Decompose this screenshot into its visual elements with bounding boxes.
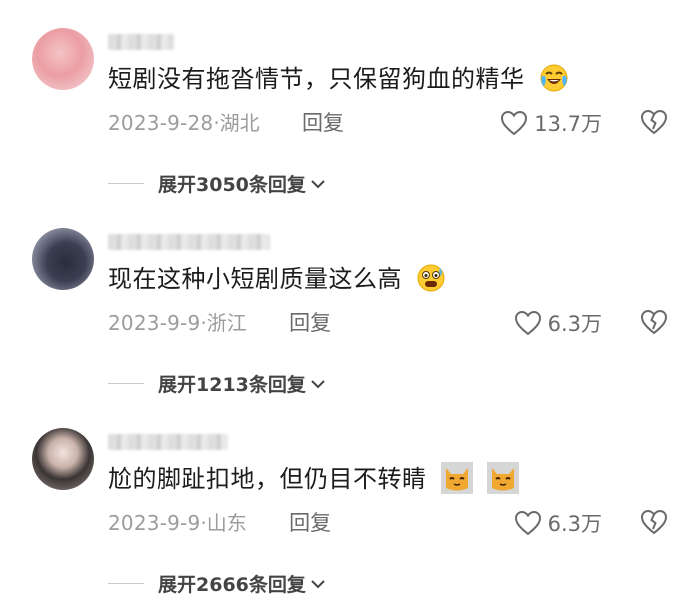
- username-blurred[interactable]: [108, 234, 270, 250]
- divider-line: [108, 382, 144, 385]
- username-blurred[interactable]: [108, 434, 228, 450]
- heart-icon: [514, 510, 541, 536]
- like-button[interactable]: 6.3万: [514, 508, 602, 538]
- comment-text: 现在这种小短剧质量这么高: [108, 262, 446, 297]
- expand-replies-label: 展开1213条回复: [158, 374, 306, 396]
- comment-text: 尬的脚趾扣地，但仍目不转睛: [108, 462, 519, 498]
- username-blurred[interactable]: [108, 34, 174, 50]
- avatar[interactable]: [32, 228, 94, 290]
- divider-line: [108, 582, 144, 585]
- avatar[interactable]: [32, 28, 94, 90]
- dislike-button[interactable]: [640, 509, 668, 537]
- broken-heart-icon: [640, 309, 668, 335]
- shocked-emoji: [416, 263, 446, 297]
- comment-location: 湖北: [219, 111, 260, 135]
- cat-emoji: [486, 462, 519, 498]
- comment-item: 现在这种小短剧质量这么高 2023-9-9·浙江 回复 6.3万 展开1213条…: [0, 200, 700, 400]
- chevron-down-icon: [311, 579, 325, 588]
- dislike-button[interactable]: [640, 309, 668, 337]
- comment-item: 尬的脚趾扣地，但仍目不转睛 2023-9-9·山东 回复 6.3万 展开2666…: [0, 400, 700, 600]
- comment-text-body: 短剧没有拖沓情节，只保留狗血的精华: [108, 65, 525, 93]
- comment-text: 短剧没有拖沓情节，只保留狗血的精华: [108, 62, 569, 97]
- avatar[interactable]: [32, 428, 94, 490]
- comment-meta: 2023-9-9·山东 回复: [108, 508, 331, 538]
- chevron-down-icon: [311, 179, 325, 188]
- divider-line: [108, 182, 144, 185]
- comment-meta: 2023-9-28·湖北 回复: [108, 108, 344, 138]
- expand-replies[interactable]: 展开2666条回复: [108, 570, 326, 597]
- comment-date: 2023-9-28: [108, 111, 214, 135]
- like-count: 6.3万: [547, 312, 602, 336]
- expand-replies[interactable]: 展开1213条回复: [108, 370, 326, 397]
- comment-text-body: 现在这种小短剧质量这么高: [108, 265, 402, 293]
- heart-icon: [514, 310, 541, 336]
- comment-date: 2023-9-9: [108, 511, 201, 535]
- like-button[interactable]: 13.7万: [500, 108, 602, 138]
- reply-button[interactable]: 回复: [289, 511, 331, 535]
- like-button[interactable]: 6.3万: [514, 308, 602, 338]
- expand-replies-label: 展开3050条回复: [158, 174, 306, 196]
- crying-laughing-emoji: [539, 63, 569, 97]
- dislike-button[interactable]: [640, 109, 668, 137]
- reply-button[interactable]: 回复: [289, 311, 331, 335]
- expand-replies[interactable]: 展开3050条回复: [108, 170, 326, 197]
- like-count: 6.3万: [547, 512, 602, 536]
- chevron-down-icon: [311, 379, 325, 388]
- comment-location: 山东: [206, 511, 247, 535]
- comment-text-body: 尬的脚趾扣地，但仍目不转睛: [108, 465, 427, 493]
- broken-heart-icon: [640, 109, 668, 135]
- expand-replies-label: 展开2666条回复: [158, 574, 306, 596]
- comment-meta: 2023-9-9·浙江 回复: [108, 308, 331, 338]
- cat-emoji: [440, 462, 473, 498]
- reply-button[interactable]: 回复: [302, 111, 344, 135]
- heart-icon: [501, 110, 528, 136]
- comment-location: 浙江: [206, 311, 247, 335]
- comment-date: 2023-9-9: [108, 311, 201, 335]
- comment-item: 短剧没有拖沓情节，只保留狗血的精华 2023-9-28·湖北 回复 13.7万: [0, 0, 700, 200]
- broken-heart-icon: [640, 509, 668, 535]
- like-count: 13.7万: [534, 112, 602, 136]
